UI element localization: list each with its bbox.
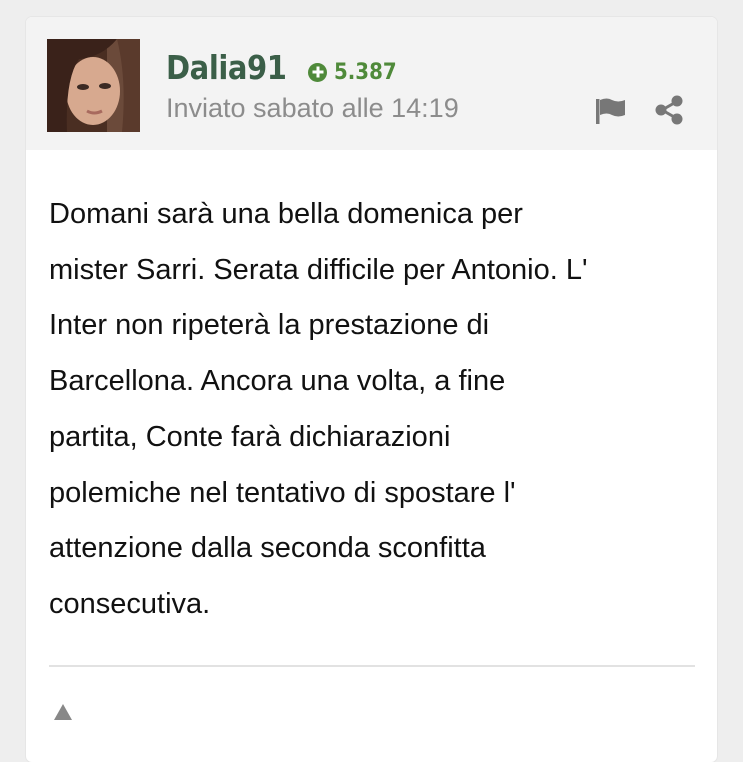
avatar-image	[47, 39, 140, 132]
comment-card: Dalia91 5.387 Inviato sabato alle 14:19 …	[26, 17, 717, 762]
reputation-score: 5.387	[308, 59, 404, 85]
avatar[interactable]	[47, 39, 140, 132]
report-button[interactable]	[595, 97, 627, 125]
comment-body: Domani sarà una bella domenica per miste…	[49, 198, 588, 620]
vote-up-button[interactable]	[52, 702, 74, 722]
triangle-up-icon	[54, 704, 72, 720]
divider	[49, 665, 695, 667]
share-icon	[655, 95, 683, 125]
comment-header: Dalia91 5.387 Inviato sabato alle 14:19	[26, 17, 717, 150]
flag-icon	[596, 98, 625, 124]
plus-circle-icon	[308, 62, 327, 82]
score-value: 5.387	[334, 59, 397, 85]
post-timestamp: Inviato sabato alle 14:19	[166, 93, 459, 123]
share-button[interactable]	[654, 95, 684, 125]
username[interactable]: Dalia91	[166, 48, 287, 88]
